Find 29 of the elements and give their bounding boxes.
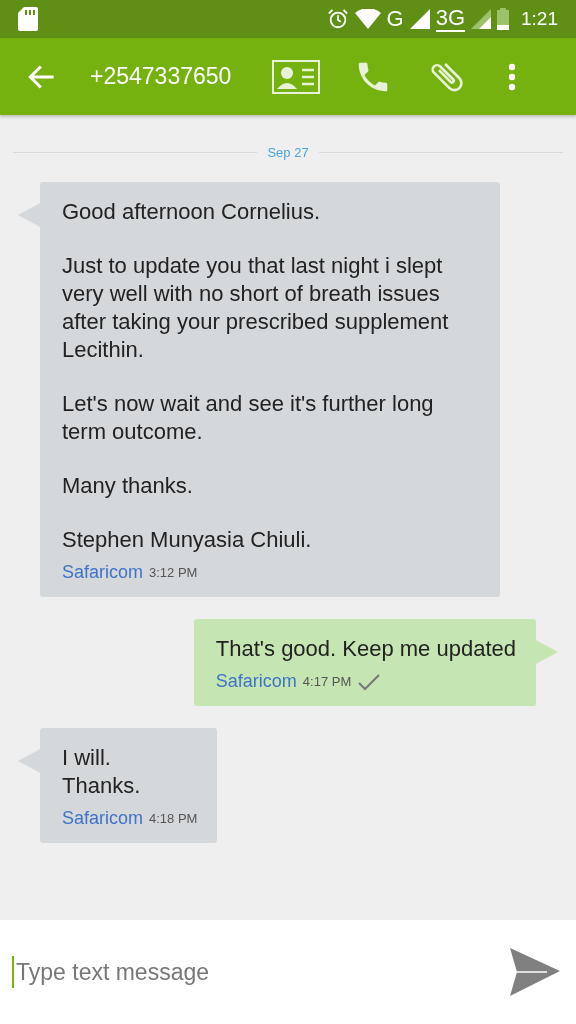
message-time: 4:18 PM — [149, 811, 198, 826]
message-text: I will. Thanks. — [62, 744, 142, 800]
message-text: Stephen Munyasia Chiuli. — [62, 526, 313, 554]
network-type: G — [386, 6, 404, 32]
carrier-label: Safaricom — [62, 808, 144, 829]
message-time: 4:17 PM — [302, 674, 352, 689]
alarm-icon — [326, 8, 349, 30]
message-time: 3:12 PM — [149, 565, 198, 580]
clock: 1:21 — [521, 8, 558, 30]
message-text: Good afternoon Cornelius. — [62, 198, 322, 226]
sd-card-icon — [18, 7, 38, 31]
contact-card-button[interactable] — [272, 59, 320, 94]
message-text: Just to update you that last night i slept very well with no short of breath issues after taking your prescribed supplement Lecithin. — [62, 252, 450, 364]
send-icon — [510, 948, 560, 996]
carrier-label: Safaricom — [215, 671, 297, 692]
menu-button[interactable] — [508, 62, 516, 91]
message-text: Many thanks. — [62, 472, 194, 500]
signal-icon — [409, 9, 430, 29]
date-divider: Sep 27 — [267, 145, 309, 160]
message-input[interactable]: Type text message — [0, 920, 500, 1024]
battery-icon — [497, 8, 509, 30]
wifi-icon — [354, 9, 381, 29]
send-button[interactable] — [500, 920, 576, 1024]
network-type: 3G — [435, 6, 465, 32]
carrier-label: Safaricom — [62, 562, 144, 583]
contact-number: +2547337650 — [90, 63, 233, 90]
signal-icon — [471, 9, 491, 29]
message-text: Let's now wait and see it's further long term outcome. — [62, 390, 435, 446]
message-text: That's good. Keep me updated — [215, 635, 516, 663]
